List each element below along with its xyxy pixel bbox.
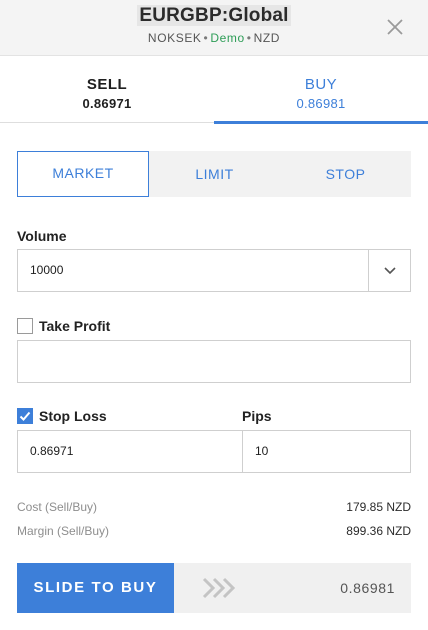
cost-value: 179.85 NZD <box>346 500 411 514</box>
take-profit-label: Take Profit <box>39 318 111 334</box>
stop-loss-label: Stop Loss <box>39 408 107 424</box>
chevron-down-icon <box>384 267 396 275</box>
buy-price: 0.86981 <box>296 96 346 111</box>
dialog-header: EURGBP:Global NOKSEK • Demo • NZD <box>0 0 428 56</box>
order-type-market[interactable]: MARKET <box>17 151 149 197</box>
stop-loss-input[interactable]: 0.86971 <box>17 430 243 473</box>
account-currency: NZD <box>253 31 281 45</box>
order-type-limit[interactable]: LIMIT <box>149 151 280 197</box>
checkmark-icon <box>19 411 31 421</box>
margin-label: Margin (Sell/Buy) <box>17 524 110 538</box>
take-profit-checkbox[interactable] <box>17 318 33 334</box>
account-name: NOKSEK <box>147 31 202 45</box>
instrument-title: EURGBP:Global <box>137 5 291 26</box>
order-type-stop[interactable]: STOP <box>280 151 411 197</box>
side-selector: SELL 0.86971 BUY 0.86981 <box>0 57 428 124</box>
double-chevron-right-icon <box>202 577 236 599</box>
margin-row: Margin (Sell/Buy) 899.36 NZD <box>17 524 411 540</box>
active-tab-indicator <box>214 121 428 124</box>
cost-label: Cost (Sell/Buy) <box>17 500 98 514</box>
margin-value: 899.36 NZD <box>346 524 411 538</box>
slide-to-buy-button[interactable]: SLIDE TO BUY <box>17 563 174 613</box>
close-icon[interactable] <box>384 16 406 38</box>
take-profit-input[interactable] <box>17 340 411 383</box>
buy-label: BUY <box>304 76 338 93</box>
stop-loss-checkbox[interactable] <box>17 408 33 424</box>
sell-tab[interactable]: SELL 0.86971 <box>0 57 214 123</box>
slide-to-buy-track[interactable]: SLIDE TO BUY 0.86981 <box>17 563 411 613</box>
buy-tab[interactable]: BUY 0.86981 <box>214 57 428 124</box>
cost-row: Cost (Sell/Buy) 179.85 NZD <box>17 500 411 516</box>
sell-label: SELL <box>86 76 128 93</box>
separator: • <box>246 31 252 45</box>
pips-input[interactable]: 10 <box>242 430 411 473</box>
volume-label: Volume <box>17 228 67 244</box>
slide-price: 0.86981 <box>340 580 395 596</box>
volume-select[interactable]: 10000 <box>17 249 411 292</box>
instrument-title-wrap: EURGBP:Global <box>0 5 428 27</box>
volume-dropdown-button[interactable] <box>368 250 410 291</box>
order-type-selector: MARKET LIMIT STOP <box>17 151 411 197</box>
account-mode: Demo <box>210 31 245 45</box>
separator: • <box>203 31 209 45</box>
pips-label: Pips <box>242 408 272 424</box>
volume-value: 10000 <box>30 263 64 277</box>
account-info: NOKSEK • Demo • NZD <box>0 31 428 45</box>
sell-price: 0.86971 <box>82 96 132 111</box>
